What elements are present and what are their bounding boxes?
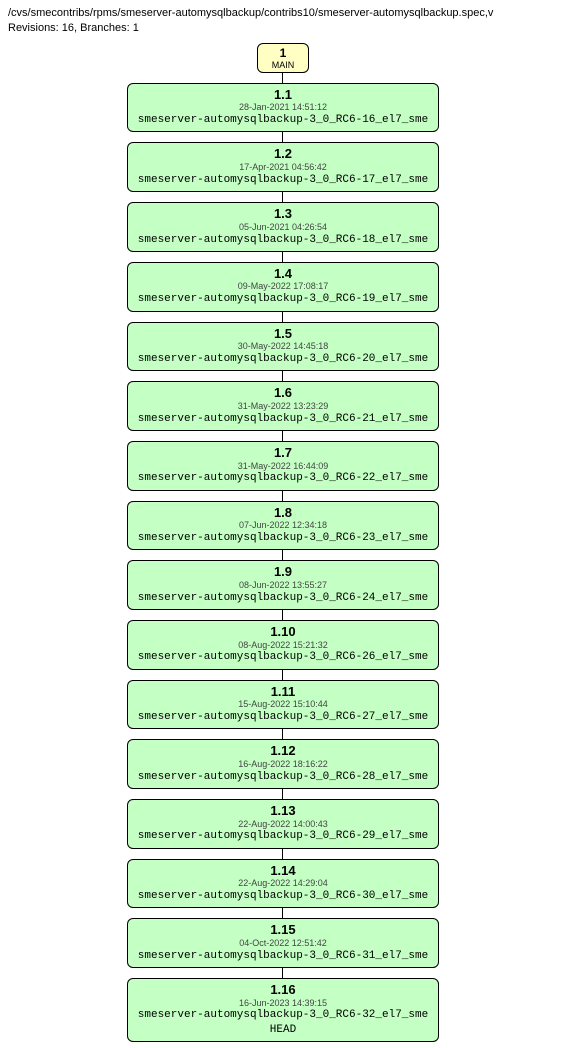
- revision-node: 1.128-Jan-2021 14:51:12smeserver-automys…: [127, 83, 439, 133]
- revision-tag: smeserver-automysqlbackup-3_0_RC6-21_el7…: [138, 412, 428, 426]
- revision-tag: smeserver-automysqlbackup-3_0_RC6-28_el7…: [138, 770, 428, 784]
- revision-tag: smeserver-automysqlbackup-3_0_RC6-26_el7…: [138, 650, 428, 664]
- revision-node: 1.1616-Jun-2023 14:39:15smeserver-automy…: [127, 978, 439, 1042]
- revision-tag: smeserver-automysqlbackup-3_0_RC6-20_el7…: [138, 352, 428, 366]
- revision-number: 1.10: [138, 624, 428, 640]
- revision-node: 1.1115-Aug-2022 15:10:44smeserver-automy…: [127, 680, 439, 730]
- revision-number: 1.3: [138, 206, 428, 222]
- header-path: /cvs/smecontribs/rpms/smeserver-automysq…: [8, 6, 558, 21]
- revision-date: 28-Jan-2021 14:51:12: [138, 102, 428, 113]
- revision-tag: smeserver-automysqlbackup-3_0_RC6-30_el7…: [138, 889, 428, 903]
- revision-tag: smeserver-automysqlbackup-3_0_RC6-24_el7…: [138, 591, 428, 605]
- connector: [282, 670, 283, 680]
- trunk-label: MAIN: [272, 60, 295, 70]
- revision-node: 1.530-May-2022 14:45:18smeserver-automys…: [127, 322, 439, 372]
- revision-number: 1.14: [138, 863, 428, 879]
- revision-date: 15-Aug-2022 15:10:44: [138, 699, 428, 710]
- revision-tag: smeserver-automysqlbackup-3_0_RC6-27_el7…: [138, 710, 428, 724]
- revision-date: 17-Apr-2021 04:56:42: [138, 162, 428, 173]
- revision-number: 1.12: [138, 743, 428, 759]
- revision-number: 1.11: [138, 684, 428, 700]
- revision-tag: smeserver-automysqlbackup-3_0_RC6-16_el7…: [138, 113, 428, 127]
- revision-number: 1.7: [138, 445, 428, 461]
- connector: [282, 908, 283, 918]
- revision-date: 22-Aug-2022 14:29:04: [138, 878, 428, 889]
- connector: [282, 491, 283, 501]
- connector: [282, 371, 283, 381]
- revision-node: 1.217-Apr-2021 04:56:42smeserver-automys…: [127, 142, 439, 192]
- revision-date: 31-May-2022 13:23:29: [138, 401, 428, 412]
- revision-date: 16-Jun-2023 14:39:15: [138, 998, 428, 1009]
- revision-number: 1.8: [138, 505, 428, 521]
- revision-date: 07-Jun-2022 12:34:18: [138, 520, 428, 531]
- revision-date: 22-Aug-2022 14:00:43: [138, 819, 428, 830]
- revision-tag: smeserver-automysqlbackup-3_0_RC6-22_el7…: [138, 471, 428, 485]
- revision-number: 1.15: [138, 922, 428, 938]
- revision-date: 30-May-2022 14:45:18: [138, 341, 428, 352]
- revision-node: 1.1504-Oct-2022 12:51:42smeserver-automy…: [127, 918, 439, 968]
- revision-tag: smeserver-automysqlbackup-3_0_RC6-18_el7…: [138, 233, 428, 247]
- revision-number: 1.9: [138, 564, 428, 580]
- revision-node: 1.1422-Aug-2022 14:29:04smeserver-automy…: [127, 859, 439, 909]
- revision-date: 08-Jun-2022 13:55:27: [138, 580, 428, 591]
- revision-tag: smeserver-automysqlbackup-3_0_RC6-23_el7…: [138, 531, 428, 545]
- revision-number: 1.13: [138, 803, 428, 819]
- revision-tag: smeserver-automysqlbackup-3_0_RC6-31_el7…: [138, 949, 428, 963]
- revision-tag: HEAD: [138, 1023, 428, 1037]
- revision-date: 05-Jun-2021 04:26:54: [138, 222, 428, 233]
- connector: [282, 312, 283, 322]
- revision-node: 1.305-Jun-2021 04:26:54smeserver-automys…: [127, 202, 439, 252]
- revision-node: 1.409-May-2022 17:08:17smeserver-automys…: [127, 262, 439, 312]
- header: /cvs/smecontribs/rpms/smeserver-automysq…: [8, 6, 558, 37]
- revision-node: 1.1322-Aug-2022 14:00:43smeserver-automy…: [127, 799, 439, 849]
- connector: [282, 849, 283, 859]
- revision-node: 1.731-May-2022 16:44:09smeserver-automys…: [127, 441, 439, 491]
- revision-tag: smeserver-automysqlbackup-3_0_RC6-29_el7…: [138, 829, 428, 843]
- revision-tag: smeserver-automysqlbackup-3_0_RC6-32_el7…: [138, 1008, 428, 1022]
- trunk-node: 1 MAIN: [257, 43, 310, 73]
- connector: [282, 73, 283, 83]
- revision-number: 1.1: [138, 87, 428, 103]
- connector: [282, 968, 283, 978]
- connector: [282, 431, 283, 441]
- revision-node: 1.807-Jun-2022 12:34:18smeserver-automys…: [127, 501, 439, 551]
- revision-tag: smeserver-automysqlbackup-3_0_RC6-19_el7…: [138, 292, 428, 306]
- trunk-num: 1: [272, 46, 295, 60]
- revision-date: 16-Aug-2022 18:16:22: [138, 759, 428, 770]
- revision-tag: smeserver-automysqlbackup-3_0_RC6-17_el7…: [138, 173, 428, 187]
- connector: [282, 550, 283, 560]
- revision-number: 1.2: [138, 146, 428, 162]
- revision-number: 1.4: [138, 266, 428, 282]
- connector: [282, 132, 283, 142]
- revision-number: 1.5: [138, 326, 428, 342]
- connector: [282, 729, 283, 739]
- connector: [282, 252, 283, 262]
- revision-node: 1.1216-Aug-2022 18:16:22smeserver-automy…: [127, 739, 439, 789]
- connector: [282, 610, 283, 620]
- connector: [282, 192, 283, 202]
- revision-date: 08-Aug-2022 15:21:32: [138, 640, 428, 651]
- header-meta: Revisions: 16, Branches: 1: [8, 21, 558, 36]
- revision-number: 1.6: [138, 385, 428, 401]
- revision-node: 1.631-May-2022 13:23:29smeserver-automys…: [127, 381, 439, 431]
- revision-node: 1.908-Jun-2022 13:55:27smeserver-automys…: [127, 560, 439, 610]
- revision-tree: 1 MAIN 1.128-Jan-2021 14:51:12smeserver-…: [8, 43, 558, 1042]
- revision-date: 31-May-2022 16:44:09: [138, 461, 428, 472]
- connector: [282, 789, 283, 799]
- revision-date: 04-Oct-2022 12:51:42: [138, 938, 428, 949]
- revision-node: 1.1008-Aug-2022 15:21:32smeserver-automy…: [127, 620, 439, 670]
- revision-number: 1.16: [138, 982, 428, 998]
- revision-date: 09-May-2022 17:08:17: [138, 281, 428, 292]
